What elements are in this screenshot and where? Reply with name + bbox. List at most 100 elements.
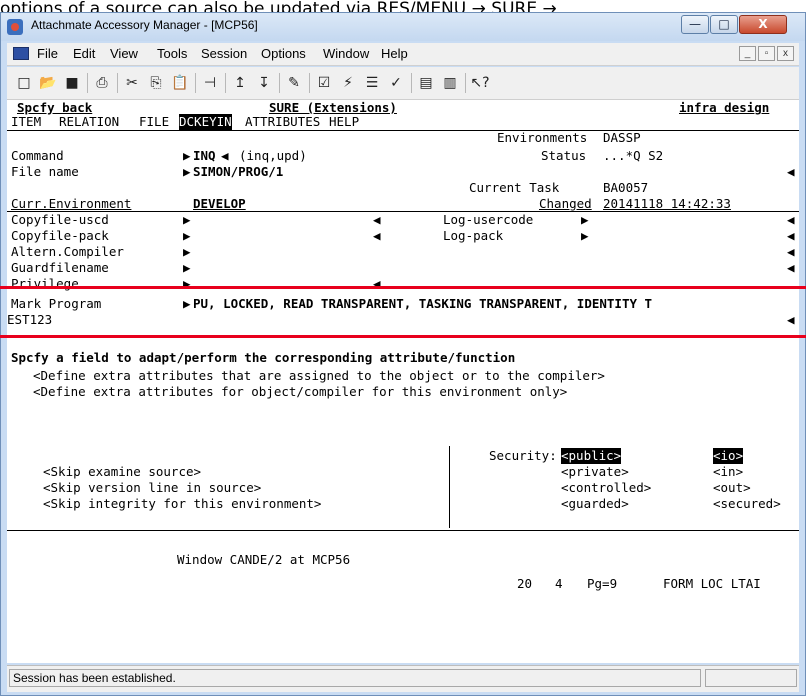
filename-field[interactable]: SIMON/PROG/1 [193, 164, 283, 180]
mark-program-field-continued[interactable]: EST123 [7, 312, 52, 328]
terminal-screen[interactable]: Spcfy back SURE (Extensions) infra desig… [7, 100, 799, 663]
skip-integrity-link[interactable]: <Skip integrity for this environment> [43, 496, 321, 512]
current-task-label: Current Task [469, 180, 560, 195]
open-icon[interactable]: 📂 [37, 72, 59, 94]
security-controlled-option[interactable]: <controlled> [561, 480, 651, 496]
field-end-icon: ◀ [373, 228, 381, 243]
field-marker-icon[interactable]: ▶ [183, 276, 191, 292]
field-end-icon: ◀ [221, 148, 229, 163]
toolbar-separator [225, 73, 226, 93]
receive-file-icon[interactable]: ↧ [253, 72, 275, 94]
field-marker-icon[interactable]: ▶ [183, 228, 191, 244]
tab-help[interactable]: HELP [329, 114, 359, 130]
field-end-icon: ◀ [787, 260, 795, 275]
current-task-value: BA0057 [603, 180, 649, 195]
help-pointer-icon[interactable]: ↖? [469, 72, 491, 94]
divider [7, 211, 799, 212]
define-extra-attributes-link[interactable]: <Define extra attributes that are assign… [33, 368, 605, 384]
menu-bar: File Edit View Tools Session Options Win… [7, 43, 799, 66]
divider [7, 530, 799, 531]
environments-value: DASSP [603, 130, 641, 145]
field-end-icon: ◀ [787, 312, 795, 327]
menu-edit[interactable]: Edit [73, 46, 95, 61]
save-icon[interactable]: ■ [61, 72, 83, 94]
display2-icon[interactable]: ▥ [439, 72, 461, 94]
session-icon[interactable] [13, 47, 29, 60]
field-end-icon: ◀ [373, 212, 381, 227]
list-icon[interactable]: ☰ [361, 72, 383, 94]
field-marker-icon[interactable]: ▶ [581, 212, 589, 228]
mark-program-field[interactable]: PU, LOCKED, READ TRANSPARENT, TASKING TR… [193, 296, 652, 312]
define-env-attributes-link[interactable]: <Define extra attributes for object/comp… [33, 384, 567, 400]
in-option[interactable]: <in> [713, 464, 743, 480]
display-icon[interactable]: ▤ [415, 72, 437, 94]
io-option[interactable]: <io> [713, 448, 744, 464]
skip-examine-source-link[interactable]: <Skip examine source> [43, 464, 201, 480]
toolbar: □ 📂 ■ ⎙ ✂ ⎘ 📋 ⊣ ↥ ↧ ✎ ☑ ⚡ ☰ ✓ ▤ ▥ ↖? [7, 67, 799, 100]
tab-item[interactable]: ITEM [11, 114, 41, 130]
menu-tools[interactable]: Tools [157, 46, 187, 61]
mdi-minimize-button[interactable]: _ [739, 46, 756, 61]
skip-version-line-link[interactable]: <Skip version line in source> [43, 480, 261, 496]
paste-icon[interactable]: 📋 [169, 72, 191, 94]
field-marker-icon[interactable]: ▶ [581, 228, 589, 244]
cursor-col: 4 [555, 576, 563, 591]
disconnect-icon[interactable]: ⊣ [199, 72, 221, 94]
field-marker-icon: ▶ [183, 148, 191, 163]
send-file-icon[interactable]: ↥ [229, 72, 251, 94]
close-button[interactable]: X [739, 15, 787, 34]
toolbar-separator [309, 73, 310, 93]
cut-icon[interactable]: ✂ [121, 72, 143, 94]
tab-file[interactable]: FILE [139, 114, 169, 130]
field-marker-icon[interactable]: ▶ [183, 260, 191, 276]
menu-view[interactable]: View [110, 46, 138, 61]
menu-help[interactable]: Help [381, 46, 408, 61]
script-icon[interactable]: ⚡ [337, 72, 359, 94]
security-private-option[interactable]: <private> [561, 464, 629, 480]
copy-icon[interactable]: ⎘ [145, 72, 167, 94]
tab-attributes[interactable]: ATTRIBUTES [245, 114, 320, 130]
security-label: Security: [489, 448, 557, 463]
tab-relation[interactable]: RELATION [59, 114, 119, 130]
field-label-privilege: Privilege [11, 276, 79, 291]
menu-session[interactable]: Session [201, 46, 247, 61]
field-marker-icon[interactable]: ▶ [183, 244, 191, 260]
secured-option[interactable]: <secured> [713, 496, 781, 512]
checklist-icon[interactable]: ✓ [385, 72, 407, 94]
command-hint: (inq,upd) [239, 148, 307, 163]
field-end-icon: ◀ [373, 276, 381, 291]
new-icon[interactable]: □ [13, 72, 35, 94]
field-label-copyfile-uscd: Copyfile-uscd [11, 212, 109, 227]
mark-program-label: Mark Program [11, 296, 102, 311]
cursor-row: 20 [517, 576, 533, 591]
toolbar-separator [117, 73, 118, 93]
menu-window[interactable]: Window [323, 46, 369, 61]
environments-label: Environments [497, 130, 588, 145]
mdi-restore-button[interactable]: ▫ [758, 46, 775, 61]
field-end-icon: ◀ [787, 244, 795, 259]
menu-file[interactable]: File [37, 46, 58, 61]
toolbar-separator [87, 73, 88, 93]
field-marker-icon[interactable]: ▶ [183, 212, 191, 228]
edit-icon[interactable]: ☑ [313, 72, 335, 94]
security-public-option[interactable]: <public> [561, 448, 622, 464]
security-guarded-option[interactable]: <guarded> [561, 496, 629, 512]
app-window: Attachmate Accessory Manager - [MCP56] —… [0, 12, 806, 696]
menu-options[interactable]: Options [261, 46, 306, 61]
maximize-button[interactable]: □ [710, 15, 738, 34]
field-label-log-usercode: Log-usercode [443, 212, 534, 227]
tab-dckeyin[interactable]: DCKEYIN [179, 114, 232, 130]
field-marker-icon: ▶ [183, 296, 191, 311]
field-end-icon: ◀ [787, 164, 795, 179]
status-bar: Session has been established. [7, 665, 799, 692]
command-field[interactable]: INQ [193, 148, 216, 164]
minimize-button[interactable]: — [681, 15, 709, 34]
out-option[interactable]: <out> [713, 480, 751, 496]
title-bar[interactable]: Attachmate Accessory Manager - [MCP56] —… [1, 13, 805, 41]
curr-env-value: DEVELOP [193, 196, 246, 211]
mdi-close-button[interactable]: x [777, 46, 794, 61]
macro-icon[interactable]: ✎ [283, 72, 305, 94]
page-indicator: Pg=9 [587, 576, 618, 591]
header-right: infra design [679, 100, 770, 115]
print-icon[interactable]: ⎙ [91, 72, 113, 94]
